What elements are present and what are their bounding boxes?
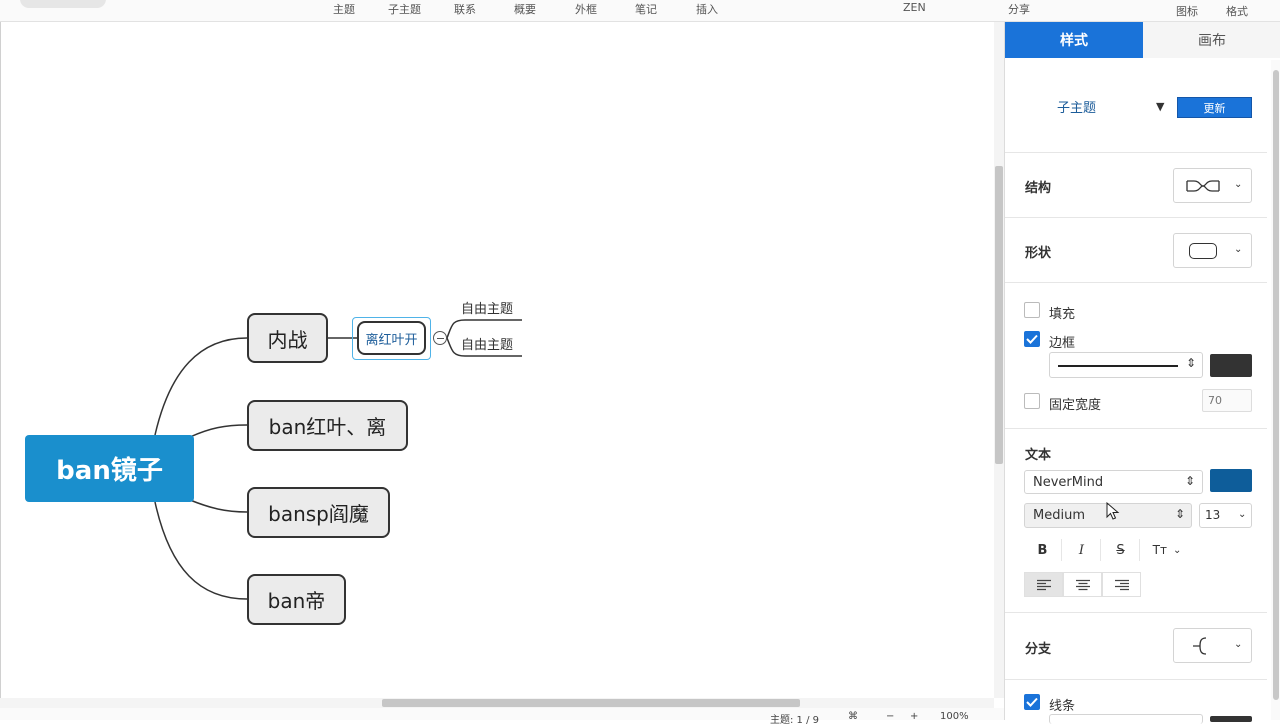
branch-line-4 <box>154 501 248 600</box>
line-label: 线条 <box>1049 699 1076 714</box>
chevron-down-icon: ⌄ <box>1238 509 1247 520</box>
shape-label: 形状 <box>1025 246 1052 261</box>
subtopic-node[interactable]: 离红叶开 <box>357 321 426 355</box>
fixed-width-input[interactable] <box>1202 389 1252 412</box>
border-label: 边框 <box>1049 336 1076 351</box>
line-checkbox[interactable] <box>1024 694 1040 710</box>
shape-dropdown[interactable]: ⌄ <box>1173 233 1252 268</box>
branch-lines <box>154 319 522 600</box>
border-style-select[interactable]: ⇕ <box>1049 352 1203 378</box>
structure-dropdown[interactable]: ⌄ <box>1173 168 1252 203</box>
border-checkbox[interactable] <box>1024 331 1040 347</box>
fill-label: 填充 <box>1049 307 1076 322</box>
chevron-down-icon: ⌄ <box>1234 179 1243 190</box>
stepper-icon: ⇕ <box>1186 356 1197 370</box>
cursor-icon <box>1106 502 1120 520</box>
branch-topic-ban-emperor[interactable]: ban帝 <box>247 574 346 625</box>
line-style-select[interactable] <box>1049 714 1203 724</box>
strikethrough-button[interactable]: S <box>1102 539 1140 561</box>
branch-line-3 <box>189 499 248 513</box>
style-name[interactable]: 子主题 <box>1057 97 1096 116</box>
tab-style[interactable]: 样式 <box>1005 22 1143 58</box>
floating-topic-1[interactable]: 自由主题 <box>461 298 513 317</box>
format-panel: 样式 画布 子主题 ▼ 更新 结构 ⌄ 形状 ⌄ 填充 边框 ⇕ 固定宽度 文本… <box>1004 22 1280 724</box>
stepper-icon: ⇕ <box>1185 474 1196 488</box>
align-center-icon <box>1075 579 1090 590</box>
text-color-swatch[interactable] <box>1210 469 1252 492</box>
shape-icon <box>1189 243 1217 259</box>
separator <box>1005 282 1267 283</box>
separator <box>1005 612 1267 613</box>
chevron-down-icon: ⌄ <box>1172 544 1182 556</box>
branch-icon <box>1193 637 1207 655</box>
topic-count: 主题: 1 / 9 <box>770 715 819 726</box>
panel-scrollbar[interactable] <box>1271 60 1280 720</box>
align-right-button[interactable] <box>1102 572 1141 597</box>
align-left-icon <box>1036 579 1051 590</box>
align-left-button[interactable] <box>1024 572 1063 597</box>
floating-topic-2[interactable]: 自由主题 <box>461 334 513 353</box>
branch-line-1 <box>154 337 248 436</box>
text-label: 文本 <box>1025 448 1052 463</box>
fixed-width-label: 固定宽度 <box>1049 398 1102 413</box>
check-icon <box>1026 697 1038 707</box>
structure-label: 结构 <box>1025 181 1052 196</box>
align-center-button[interactable] <box>1063 572 1102 597</box>
panel-tabs: 样式 画布 <box>1005 22 1280 58</box>
font-family-value: NeverMind <box>1033 475 1104 490</box>
separator <box>1005 428 1267 429</box>
font-weight-value: Medium <box>1033 508 1085 523</box>
toolbar-share[interactable]: 分享 <box>1008 1 1030 17</box>
border-color-swatch[interactable] <box>1210 354 1252 377</box>
fill-checkbox[interactable] <box>1024 302 1040 318</box>
font-family-select[interactable]: NeverMind ⇕ <box>1024 470 1203 494</box>
branch-label: 分支 <box>1025 642 1052 657</box>
zoom-level[interactable]: 100% <box>940 711 969 722</box>
bold-button[interactable]: B <box>1024 539 1062 561</box>
check-icon <box>1026 334 1038 344</box>
toolbar-format[interactable]: 格式 <box>1226 3 1248 19</box>
map-icon[interactable]: ⌘ <box>848 711 858 722</box>
fixed-width-checkbox[interactable] <box>1024 393 1040 409</box>
structure-icon <box>1186 180 1220 192</box>
text-case-label: Tт <box>1152 543 1167 557</box>
branch-topic-ban-momiji[interactable]: ban红叶、离 <box>247 400 408 451</box>
collapse-icon[interactable] <box>433 331 447 345</box>
branch-line-2 <box>189 424 248 438</box>
tab-canvas[interactable]: 画布 <box>1143 22 1280 58</box>
branch-topic-bansp-enma[interactable]: bansp阎魔 <box>247 487 390 538</box>
chevron-down-icon: ⌄ <box>1234 639 1243 650</box>
branch-dropdown[interactable]: ⌄ <box>1173 628 1252 663</box>
status-bar: 主题: 1 / 9 ⌘ − + 100% <box>0 708 1004 726</box>
central-topic[interactable]: ban镜子 <box>25 435 194 502</box>
font-size-select[interactable]: 13 ⌄ <box>1199 503 1252 528</box>
canvas-vertical-scrollbar[interactable] <box>994 22 1004 698</box>
separator <box>1005 217 1267 218</box>
zoom-in-icon[interactable]: + <box>910 711 918 722</box>
canvas-horizontal-scrollbar[interactable] <box>0 698 994 708</box>
separator <box>1005 679 1267 680</box>
chevron-down-icon: ⌄ <box>1234 244 1243 255</box>
font-size-value: 13 <box>1205 508 1221 522</box>
text-case-button[interactable]: Tт ⌄ <box>1141 539 1193 561</box>
italic-button[interactable]: I <box>1063 539 1101 561</box>
update-button[interactable]: 更新 <box>1177 97 1252 118</box>
zoom-out-icon[interactable]: − <box>886 711 894 722</box>
stepper-icon: ⇕ <box>1175 507 1186 521</box>
align-right-icon <box>1114 579 1129 590</box>
line-color-swatch[interactable] <box>1210 716 1252 722</box>
separator <box>1005 152 1267 153</box>
style-dropdown-icon[interactable]: ▼ <box>1156 100 1164 113</box>
toolbar-icon[interactable]: 图标 <box>1176 3 1198 19</box>
branch-topic-civil-war[interactable]: 内战 <box>247 313 328 363</box>
